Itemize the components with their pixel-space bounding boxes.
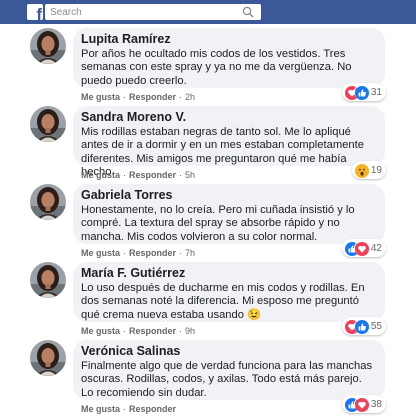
- top-bar: f: [0, 0, 416, 24]
- comment-item: Lupita Ramírez Por años he ocultado mis …: [0, 28, 416, 106]
- heart-icon[interactable]: [353, 397, 369, 412]
- comment-time[interactable]: 7h: [185, 248, 195, 258]
- separator: ·: [123, 248, 127, 258]
- comment-bubble: Sandra Moreno V. Mis rodillas estaban ne…: [73, 106, 385, 178]
- comment-bubble: Verónica Salinas Finalmente algo que de …: [73, 340, 385, 400]
- commenter-name[interactable]: María F. Gutiérrez: [81, 266, 377, 281]
- avatar[interactable]: [30, 262, 66, 298]
- comment-actions: Me gusta · Responder · 5h: [81, 170, 195, 180]
- comment-item: Sandra Moreno V. Mis rodillas estaban ne…: [0, 106, 416, 184]
- reply-link[interactable]: Responder: [129, 170, 176, 180]
- reply-link[interactable]: Responder: [129, 92, 176, 102]
- comment-text: Lo uso después de ducharme en mis codos …: [81, 282, 365, 321]
- comment-text: Por años he ocultado mis codos de los ve…: [81, 48, 352, 87]
- comment-time[interactable]: 5h: [185, 170, 195, 180]
- like-icon[interactable]: [353, 85, 369, 100]
- heart-icon[interactable]: [353, 241, 369, 256]
- comment-text: Honestamente, no lo creía. Pero mi cuñad…: [81, 204, 355, 243]
- separator: ·: [123, 170, 127, 180]
- avatar[interactable]: [30, 184, 66, 220]
- search-icon[interactable]: [242, 6, 254, 18]
- comment-actions: Me gusta · Responder · 7h: [81, 248, 195, 258]
- like-icon[interactable]: [353, 319, 369, 334]
- separator: ·: [123, 404, 127, 414]
- comment-bubble: Lupita Ramírez Por años he ocultado mis …: [73, 28, 385, 88]
- facebook-logo[interactable]: f: [27, 4, 43, 20]
- like-link[interactable]: Me gusta: [81, 248, 120, 258]
- comment-bubble: Gabriela Torres Honestamente, no lo creí…: [73, 184, 385, 244]
- like-link[interactable]: Me gusta: [81, 170, 120, 180]
- reactions-summary[interactable]: 19: [351, 161, 386, 179]
- comment-bubble: María F. Gutiérrez Lo uso después de duc…: [73, 262, 385, 322]
- commenter-name[interactable]: Gabriela Torres: [81, 188, 377, 203]
- reactions-summary[interactable]: 38: [341, 395, 386, 413]
- reply-link[interactable]: Responder: [129, 248, 176, 258]
- separator: ·: [179, 92, 183, 102]
- like-link[interactable]: Me gusta: [81, 92, 120, 102]
- comment-time[interactable]: 2h: [185, 92, 195, 102]
- comment-time[interactable]: 9h: [185, 326, 195, 336]
- avatar[interactable]: [30, 106, 66, 142]
- commenter-name[interactable]: Verónica Salinas: [81, 344, 377, 359]
- comment-item: María F. Gutiérrez Lo uso después de duc…: [0, 262, 416, 340]
- wow-icon[interactable]: [353, 163, 369, 178]
- reactions-summary[interactable]: 42: [341, 239, 386, 257]
- search-box[interactable]: [45, 4, 261, 20]
- reactions-summary[interactable]: 31: [341, 83, 386, 101]
- reaction-count: 42: [370, 242, 382, 254]
- comment-item: Verónica Salinas Finalmente algo que de …: [0, 340, 416, 416]
- like-link[interactable]: Me gusta: [81, 404, 120, 414]
- logo-letter: f: [36, 5, 42, 20]
- reaction-count: 31: [370, 86, 382, 98]
- reaction-count: 38: [370, 398, 382, 410]
- separator: ·: [179, 170, 183, 180]
- reply-link[interactable]: Responder: [129, 404, 176, 414]
- separator: ·: [123, 326, 127, 336]
- search-input[interactable]: [45, 5, 235, 19]
- separator: ·: [179, 326, 183, 336]
- comment-actions: Me gusta·Responder·: [81, 404, 176, 414]
- separator: ·: [123, 92, 127, 102]
- commenter-name[interactable]: Sandra Moreno V.: [81, 110, 377, 125]
- avatar[interactable]: [30, 340, 66, 376]
- separator: ·: [179, 248, 183, 258]
- reaction-count: 55: [370, 320, 382, 332]
- comment-item: Gabriela Torres Honestamente, no lo creí…: [0, 184, 416, 262]
- comment-text: Finalmente algo que de verdad funciona p…: [81, 360, 373, 399]
- reaction-count: 19: [370, 164, 382, 176]
- reactions-summary[interactable]: 55: [341, 317, 386, 335]
- comment-actions: Me gusta · Responder · 2h: [81, 92, 195, 102]
- comment-actions: Me gusta · Responder · 9h: [81, 326, 195, 336]
- commenter-name[interactable]: Lupita Ramírez: [81, 32, 377, 47]
- avatar[interactable]: [30, 28, 66, 64]
- like-link[interactable]: Me gusta: [81, 326, 120, 336]
- reply-link[interactable]: Responder: [129, 326, 176, 336]
